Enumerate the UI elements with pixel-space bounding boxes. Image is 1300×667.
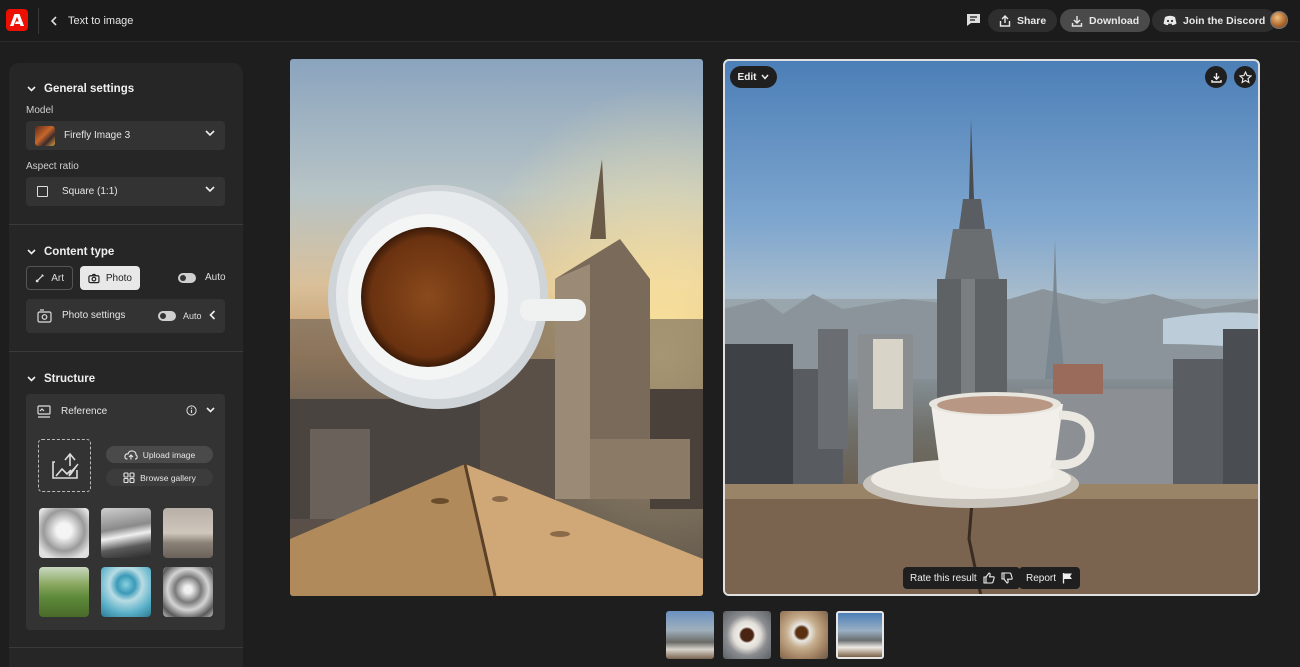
chevron-left-icon: [50, 16, 57, 26]
edit-dropdown-button[interactable]: Edit: [730, 66, 777, 88]
general-settings-title: General settings: [44, 83, 135, 95]
upload-image-button[interactable]: Upload image: [106, 446, 213, 463]
adobe-logo-icon[interactable]: [6, 9, 28, 31]
settings-panel: General settings Model Firefly Image 3 A…: [9, 63, 243, 667]
topbar-divider: [38, 8, 39, 34]
discord-icon: [1163, 15, 1177, 26]
gallery-thumbnail-mountain-river[interactable]: [101, 508, 151, 558]
download-button[interactable]: Download: [1060, 9, 1151, 32]
variation-thumbnail-4-selected[interactable]: [836, 611, 884, 659]
generated-image-cup-over-city[interactable]: [290, 59, 703, 596]
photo-settings-auto-toggle[interactable]: [158, 311, 176, 321]
flag-icon: [1062, 573, 1073, 584]
model-dropdown-value: Firefly Image 3: [64, 130, 131, 141]
share-icon: [999, 14, 1011, 27]
structure-title: Structure: [44, 373, 96, 385]
comment-icon[interactable]: [966, 13, 981, 27]
info-icon[interactable]: [186, 405, 197, 416]
chevron-down-icon: [27, 86, 36, 92]
content-type-header[interactable]: Content type: [27, 246, 114, 258]
star-icon: [1238, 70, 1252, 84]
generated-image-cup-on-ledge[interactable]: Edit Rate this result Report: [723, 59, 1260, 596]
section-divider: [9, 647, 243, 648]
user-avatar[interactable]: [1270, 11, 1288, 29]
photo-button-label: Photo: [105, 272, 132, 284]
back-link[interactable]: Text to image: [50, 12, 133, 30]
top-bar: Text to image Share Download Join the Di…: [0, 0, 1300, 42]
auto-toggle[interactable]: [178, 273, 196, 283]
image-illustration-right: [725, 119, 1258, 594]
chevron-down-icon: [205, 130, 215, 137]
upload-image-label: Upload image: [142, 449, 196, 460]
photo-settings-icon: [37, 309, 52, 323]
share-button-label: Share: [1017, 14, 1047, 27]
section-divider: [9, 224, 243, 225]
chevron-down-icon: [27, 249, 36, 255]
photo-settings-card[interactable]: Photo settings Auto: [26, 299, 225, 333]
aspect-ratio-label: Aspect ratio: [26, 161, 79, 172]
image-illustration-left: [290, 59, 703, 596]
report-label: Report: [1026, 572, 1057, 584]
gallery-thumbnail-living-room[interactable]: [163, 508, 213, 558]
cloud-upload-icon: [124, 449, 138, 460]
aspect-ratio-dropdown[interactable]: Square (1:1): [26, 177, 225, 206]
model-dropdown[interactable]: Firefly Image 3: [26, 121, 225, 150]
thumbs-down-icon[interactable]: [1001, 572, 1013, 584]
variation-thumbnail-3[interactable]: [780, 611, 828, 659]
gallery-thumbnail-bird-sketch[interactable]: [39, 508, 89, 558]
report-button[interactable]: Report: [1019, 567, 1081, 589]
favorite-button[interactable]: [1234, 66, 1256, 88]
reference-card: Reference Upload image Browse gallery: [26, 394, 225, 630]
rate-result-bar: Rate this result: [903, 567, 1020, 589]
structure-header[interactable]: Structure: [27, 373, 95, 385]
download-icon: [1210, 72, 1222, 83]
variation-thumbnail-2[interactable]: [723, 611, 771, 659]
image-upload-icon: [52, 452, 79, 479]
browse-gallery-button[interactable]: Browse gallery: [106, 469, 213, 486]
section-divider: [9, 351, 243, 352]
photo-settings-auto-label: Auto: [183, 311, 202, 321]
back-link-label: Text to image: [68, 15, 134, 27]
variation-thumbnail-1[interactable]: [666, 611, 714, 659]
download-button-label: Download: [1089, 14, 1140, 27]
model-thumbnail: [35, 125, 55, 146]
rate-result-label: Rate this result: [910, 572, 977, 584]
thumbs-up-icon[interactable]: [983, 572, 995, 584]
chevron-down-icon: [205, 186, 215, 193]
gallery-icon: [123, 472, 135, 483]
reference-structure-icon: [37, 405, 51, 418]
gallery-thumbnail-owl-pattern[interactable]: [163, 567, 213, 617]
join-discord-button[interactable]: Join the Discord: [1152, 9, 1277, 32]
chevron-down-icon: [27, 376, 36, 382]
content-type-photo-button[interactable]: Photo: [80, 266, 140, 290]
gallery-thumbnail-sphere-pedestal[interactable]: [101, 567, 151, 617]
chevron-down-icon: [761, 74, 770, 80]
camera-icon: [88, 273, 100, 283]
edit-button-label: Edit: [737, 71, 757, 83]
content-type-art-button[interactable]: Art: [26, 266, 73, 290]
art-button-label: Art: [51, 272, 64, 284]
image-download-button[interactable]: [1205, 66, 1227, 88]
browse-gallery-label: Browse gallery: [140, 472, 196, 483]
gallery-thumbnail-road-field[interactable]: [39, 567, 89, 617]
model-label: Model: [26, 105, 54, 116]
general-settings-header[interactable]: General settings: [27, 83, 134, 95]
square-icon: [37, 186, 48, 197]
auto-toggle-label: Auto: [205, 272, 226, 283]
join-discord-button-label: Join the Discord: [1183, 14, 1266, 27]
download-icon: [1071, 15, 1083, 27]
reference-drop-zone[interactable]: [38, 439, 91, 492]
chevron-left-icon[interactable]: [209, 310, 216, 320]
reference-label: Reference: [61, 406, 108, 417]
share-button[interactable]: Share: [988, 9, 1058, 32]
aspect-ratio-value: Square (1:1): [62, 186, 118, 197]
photo-settings-label: Photo settings: [62, 310, 126, 321]
content-type-title: Content type: [44, 246, 115, 258]
brush-icon: [35, 274, 44, 283]
chevron-down-icon[interactable]: [206, 407, 215, 413]
